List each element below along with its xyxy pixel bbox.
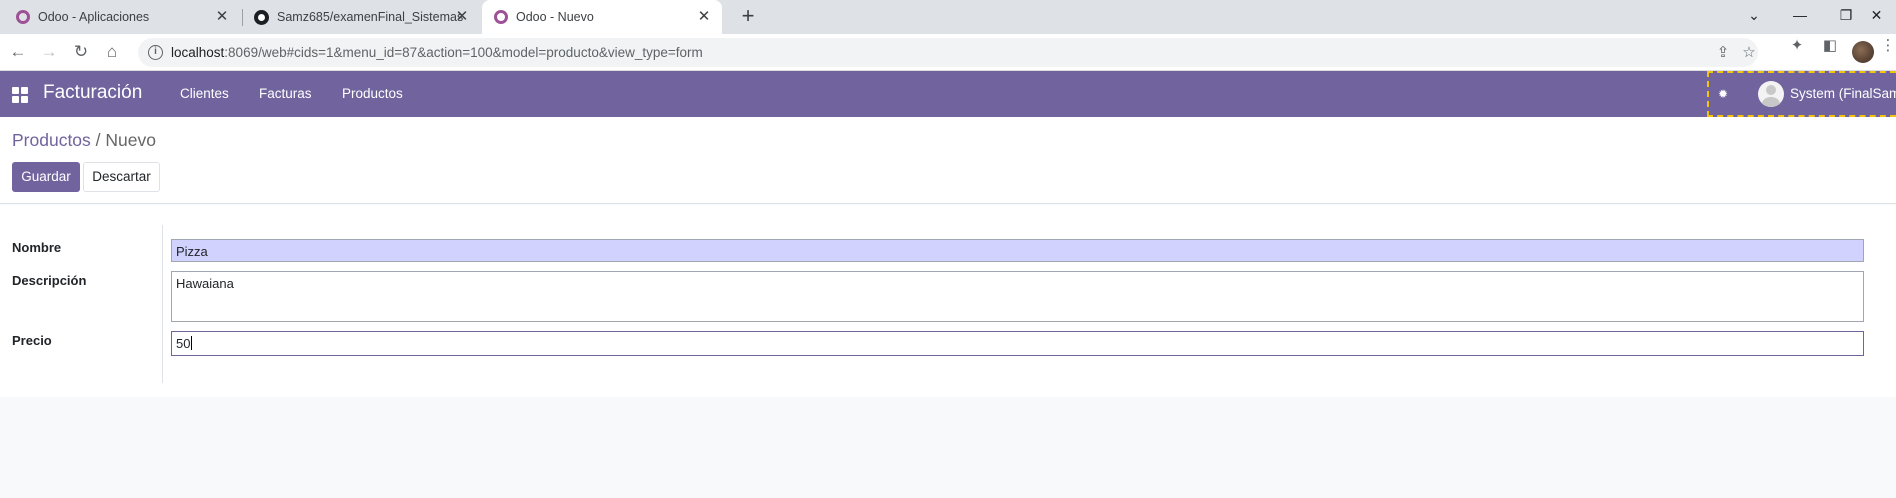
product-form: Nombre Pizza Descripción Hawaiana Precio… <box>0 205 1896 397</box>
tab-title: Samz685/examenFinal_Sistemas <box>277 10 464 24</box>
browser-toolbar: ← → ↻ ⌂ i localhost:8069/web#cids=1&menu… <box>0 34 1896 71</box>
new-tab-button[interactable]: + <box>736 5 760 29</box>
precio-field[interactable]: 50 <box>171 331 1864 356</box>
user-avatar[interactable] <box>1758 81 1784 107</box>
descripcion-label: Descripción <box>12 273 87 288</box>
precio-label: Precio <box>12 333 52 348</box>
github-favicon-icon <box>254 9 269 25</box>
back-arrow-icon[interactable]: ← <box>6 40 30 64</box>
url-host: localhost <box>171 45 225 60</box>
app-brand[interactable]: Facturación <box>43 82 142 104</box>
browser-tab-aplicaciones[interactable]: Odoo - Aplicaciones ✕ <box>8 0 240 34</box>
url-text[interactable]: localhost:8069/web#cids=1&menu_id=87&act… <box>171 45 703 60</box>
menu-productos[interactable]: Productos <box>342 86 403 101</box>
tab-title: Odoo - Nuevo <box>516 10 594 24</box>
descripcion-field[interactable]: Hawaiana <box>171 271 1864 322</box>
precio-value: 50 <box>176 336 191 351</box>
minimize-button[interactable]: — <box>1777 0 1823 30</box>
text-caret <box>191 336 193 350</box>
breadcrumb-parent[interactable]: Productos <box>12 130 91 150</box>
debug-bug-icon[interactable]: ✹ <box>1715 86 1731 102</box>
forward-arrow-icon[interactable]: → <box>37 40 61 64</box>
close-tab-icon[interactable]: ✕ <box>696 9 712 25</box>
breadcrumb-current: Nuevo <box>105 130 157 150</box>
browser-tab-strip: Odoo - Aplicaciones ✕ Samz685/examenFina… <box>0 0 1896 34</box>
site-info-icon[interactable]: i <box>148 45 163 60</box>
menu-clientes[interactable]: Clientes <box>180 86 229 101</box>
reload-icon[interactable]: ↻ <box>69 40 93 64</box>
user-menu[interactable]: System (FinalSam <box>1790 86 1896 101</box>
nombre-label: Nombre <box>12 240 62 255</box>
control-panel: Productos / Nuevo Guardar Descartar <box>0 117 1896 204</box>
address-bar[interactable]: i localhost:8069/web#cids=1&menu_id=87&a… <box>138 38 1758 67</box>
extensions-puzzle-icon[interactable]: ✦ <box>1787 36 1807 56</box>
nombre-value: Pizza <box>176 244 208 259</box>
breadcrumb-separator: / <box>95 130 101 150</box>
browser-menu-icon[interactable]: ⋮ <box>1878 36 1896 56</box>
close-tab-icon[interactable]: ✕ <box>214 9 230 25</box>
odoo-favicon-icon <box>494 10 508 24</box>
close-window-button[interactable]: ✕ <box>1857 0 1896 30</box>
save-button[interactable]: Guardar <box>12 162 80 192</box>
browser-tab-github[interactable]: Samz685/examenFinal_Sistemas ✕ <box>244 0 480 34</box>
tab-title: Odoo - Aplicaciones <box>38 10 150 24</box>
discard-button[interactable]: Descartar <box>83 162 160 192</box>
side-panel-icon[interactable]: ◧ <box>1820 36 1840 56</box>
browser-tab-nuevo[interactable]: Odoo - Nuevo ✕ <box>482 0 722 34</box>
browser-profile-avatar[interactable] <box>1852 41 1874 63</box>
tab-separator <box>242 9 243 26</box>
label-divider <box>162 225 163 383</box>
breadcrumb: Productos / Nuevo <box>12 130 156 151</box>
odoo-favicon-icon <box>16 10 30 24</box>
descripcion-value: Hawaiana <box>176 276 234 291</box>
home-icon[interactable]: ⌂ <box>100 40 124 64</box>
url-path: :8069/web#cids=1&menu_id=87&action=100&m… <box>224 45 703 60</box>
bookmark-star-icon[interactable]: ☆ <box>1740 44 1758 62</box>
share-icon[interactable]: ⇪ <box>1714 44 1732 62</box>
menu-facturas[interactable]: Facturas <box>259 86 312 101</box>
odoo-main-navbar: Facturación Clientes Facturas Productos <box>0 71 1896 117</box>
close-tab-icon[interactable]: ✕ <box>454 9 470 25</box>
tab-search-chevron-icon[interactable]: ⌄ <box>1731 0 1777 30</box>
nombre-field[interactable]: Pizza <box>171 239 1864 262</box>
apps-grid-icon[interactable] <box>12 87 28 103</box>
